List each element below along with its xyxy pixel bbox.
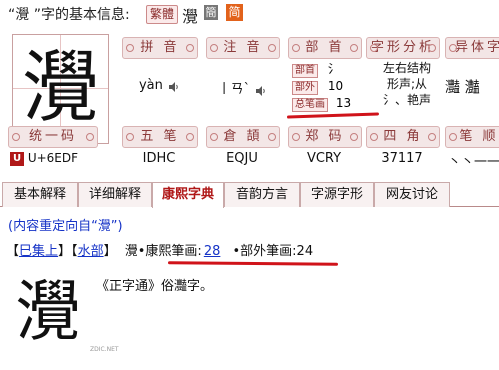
structure-header: 字形分析 — [366, 37, 440, 59]
tab-discussion[interactable]: 网友讨论 — [374, 182, 450, 207]
cangjie-header: 倉 頡 — [206, 126, 280, 148]
outer-strokes-value: 10 — [327, 79, 344, 93]
highlight-underline — [167, 261, 339, 266]
kangxi-big-char: 灚 — [15, 273, 81, 350]
unicode-value-wrap: U U+6EDF — [10, 151, 78, 166]
bishun-value: 丶丶一一一 — [448, 155, 499, 170]
bracket: 】 — [58, 244, 72, 259]
total-strokes-tag: 总笔画 — [292, 98, 328, 112]
ji-link[interactable]: 巳集上 — [19, 244, 58, 259]
simplified-tag[interactable]: 簡 — [204, 5, 218, 20]
outer-strokes-tag: 部外 — [292, 81, 318, 95]
pinyin-header: 拼 音 — [122, 37, 198, 59]
kangxi-char: 灚 — [124, 244, 138, 259]
speaker-icon[interactable] — [256, 85, 266, 96]
kangxi-stroke-label: •康熙筆画: — [137, 244, 202, 259]
structure-line2: 形声;从 — [386, 77, 428, 91]
kangxi-definition: 《正字通》俗灩字。 — [96, 279, 214, 294]
page-title: “灚 ”字的基本信息: — [8, 7, 130, 23]
kangxi-stroke-link[interactable]: 28 — [204, 244, 221, 259]
pinyin-value: yàn — [138, 78, 163, 93]
unicode-header: 统一码 — [8, 126, 98, 148]
big-character: 灚 — [21, 43, 100, 133]
structure-line3: 氵、艳声 — [382, 93, 431, 107]
zhuyin-value-wrap: 丨ㄢˋ — [206, 78, 278, 97]
zhuyin-header: 注 音 — [206, 37, 280, 59]
structure-block: 左右结构 形声;从 氵、艳声 — [370, 60, 444, 108]
total-strokes-value: 13 — [335, 96, 352, 110]
cangjie-value: EQJU — [226, 151, 258, 166]
tab-rhyme[interactable]: 音韵方言 — [224, 182, 300, 207]
tab-kangxi[interactable]: 康熙字典 — [152, 182, 224, 208]
kangxi-meta-line: 【巳集上】【水部】 灚•康熙筆画: 28 •部外筆画:24 — [6, 240, 313, 259]
bracket: 】 — [103, 244, 117, 259]
pinyin-value-wrap: yàn — [122, 78, 196, 93]
wubi-header: 五 笔 — [122, 126, 198, 148]
zhengma-value: VCRY — [306, 151, 342, 166]
tab-basic[interactable]: 基本解释 — [2, 182, 78, 207]
bracket: 【 — [6, 244, 20, 259]
variant-value[interactable]: 灩 灎 — [445, 76, 499, 97]
header-bar: “灚 ”字的基本信息: 繁體 灚 簡 简 — [0, 0, 499, 30]
traditional-char: 灚 — [182, 7, 199, 26]
structure-line1: 左右结构 — [382, 61, 431, 75]
tab-etymology[interactable]: 字源字形 — [300, 182, 374, 207]
zhuyin-value: 丨ㄢˋ — [217, 82, 251, 97]
bu-link[interactable]: 水部 — [78, 244, 104, 259]
zhengma-header: 郑 码 — [288, 126, 362, 148]
bushou-block: 部首 氵 部外 10 总笔画 13 — [292, 61, 351, 112]
unicode-icon: U — [10, 151, 24, 166]
variant-header: 异体字 — [445, 37, 499, 59]
sijiao-value: 37117 — [381, 151, 423, 166]
watermark: ZDIC.NET — [90, 346, 119, 353]
sijiao-header: 四 角 — [366, 126, 440, 148]
bushou-header: 部 首 — [288, 37, 362, 59]
redirect-note: (内容重定向自“灚”) — [8, 219, 123, 234]
radical-value[interactable]: 氵 — [328, 62, 340, 76]
highlight-underline — [286, 112, 380, 119]
wubi-value: IDHC — [142, 151, 176, 166]
unicode-value: U+6EDF — [27, 151, 79, 165]
traditional-tag[interactable]: 繁體 — [146, 5, 179, 24]
kangxi-outer-strokes: •部外筆画:24 — [232, 244, 314, 259]
tab-detailed[interactable]: 详细解释 — [78, 182, 152, 207]
speaker-icon[interactable] — [169, 81, 179, 92]
convert-icon[interactable]: 简 — [226, 4, 243, 21]
bishun-header: 笔 顺 — [445, 126, 499, 148]
radical-tag: 部首 — [292, 64, 318, 78]
